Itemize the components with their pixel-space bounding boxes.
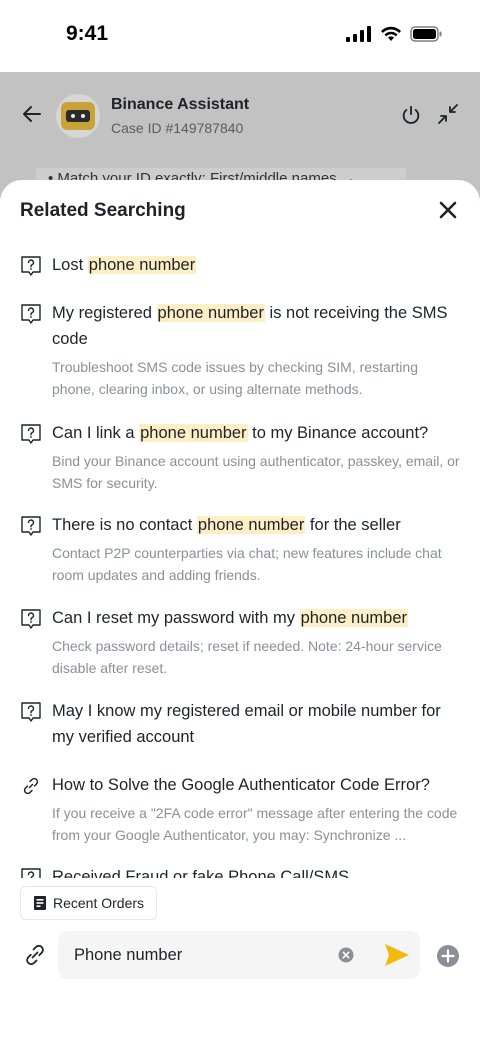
add-icon[interactable] [436,944,460,968]
item-question: Lost phone number [52,256,197,274]
question-icon [21,304,41,324]
question-icon [21,609,41,629]
list-item[interactable]: Lost phone number [20,252,464,278]
back-arrow-icon[interactable] [20,102,44,126]
keyword-highlight: phone number [196,516,306,534]
status-bar: 9:41 [0,0,480,72]
send-icon[interactable] [384,943,410,967]
item-description: Troubleshoot SMS code issues by checking… [52,359,418,397]
list-item[interactable]: Can I reset my password with my phone nu… [20,605,464,679]
list-item[interactable]: There is no contact phone number for the… [20,512,464,586]
item-question: My registered phone number is not receiv… [52,304,448,348]
power-icon[interactable] [400,104,422,126]
item-question: Received Fraud or fake Phone Call/SMS [52,868,350,878]
message-input[interactable] [74,931,324,979]
close-icon[interactable] [438,200,458,220]
item-description: Contact P2P counterparties via chat; new… [52,545,442,583]
link-icon [23,777,39,795]
wifi-icon [381,26,401,41]
item-description: Check password details; reset if needed.… [52,638,442,676]
list-item[interactable]: How to Solve the Google Authenticator Co… [20,772,464,846]
chat-title: Binance Assistant [111,96,250,113]
item-question: Can I reset my password with my phone nu… [52,609,408,627]
message-input-box[interactable] [58,931,420,979]
list-item[interactable]: My registered phone number is not receiv… [20,300,464,400]
battery-icon [410,26,442,42]
status-time: 9:41 [66,22,109,45]
item-question: Can I link a phone number to my Binance … [52,424,429,442]
list-item[interactable]: Received Fraud or fake Phone Call/SMS [20,864,464,878]
robot-icon [61,102,95,130]
related-search-list: Lost phone number My registered phone nu… [0,248,480,878]
item-description: Bind your Binance account using authenti… [52,453,460,491]
keyword-highlight: phone number [299,609,408,627]
keyword-highlight: phone number [156,304,265,322]
attachment-link-icon[interactable] [22,942,48,968]
keyword-highlight: phone number [139,424,248,442]
list-item[interactable]: Can I link a phone number to my Binance … [20,420,464,494]
assistant-avatar [56,94,100,138]
question-icon [21,424,41,444]
question-icon [21,702,41,722]
item-question: There is no contact phone number for the… [52,516,401,534]
question-icon [21,868,41,878]
sheet-title: Related Searching [20,200,186,221]
status-icons [346,26,442,42]
item-description: If you receive a "2FA code error" messag… [52,805,458,843]
clear-input-icon[interactable] [338,947,354,963]
item-question: May I know my registered email or mobile… [52,702,441,746]
orders-icon [34,896,46,910]
recent-orders-chip[interactable]: Recent Orders [20,886,158,920]
related-search-sheet: Related Searching Lost phone number My r… [0,180,480,1040]
keyword-highlight: phone number [87,256,197,274]
recent-orders-label: Recent Orders [53,895,145,911]
case-id: Case ID #149787840 [111,120,244,136]
minimize-icon[interactable] [436,102,460,126]
list-item[interactable]: May I know my registered email or mobile… [20,698,464,750]
signal-icon [346,26,371,42]
item-question: How to Solve the Google Authenticator Co… [52,776,430,794]
question-icon [21,256,41,276]
question-icon [21,516,41,536]
